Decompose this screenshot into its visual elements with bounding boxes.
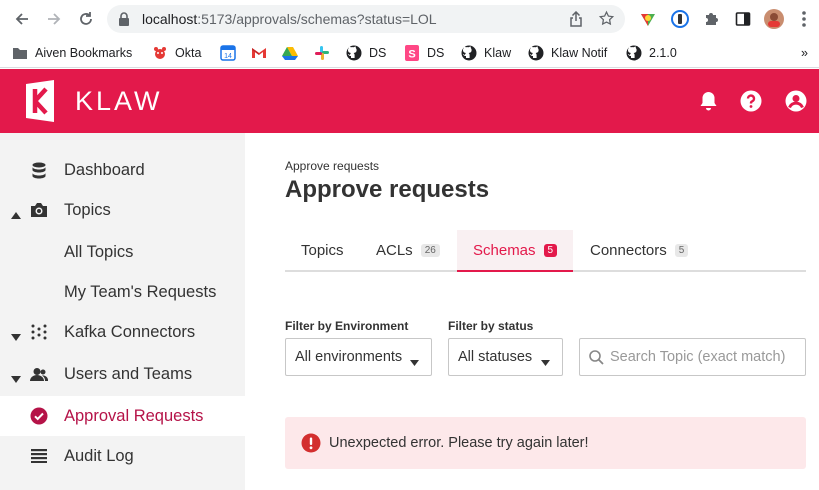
sidepanel-icon[interactable] bbox=[732, 8, 754, 30]
connectors-icon bbox=[30, 323, 48, 341]
count-badge: 5 bbox=[674, 243, 689, 257]
github-icon bbox=[528, 45, 544, 61]
gmail-icon bbox=[251, 45, 267, 61]
topic-search-input[interactable] bbox=[610, 339, 805, 375]
browser-toolbar: localhost:5173/approvals/schemas?status=… bbox=[0, 0, 819, 38]
klaw-logo-icon[interactable] bbox=[24, 80, 60, 127]
error-alert: Unexpected error. Please try again later… bbox=[285, 417, 806, 469]
database-icon bbox=[30, 161, 48, 179]
slack-icon bbox=[314, 45, 330, 61]
bookmark-gmail[interactable] bbox=[251, 42, 274, 64]
check-circle-icon bbox=[30, 407, 48, 425]
caret-up-icon bbox=[11, 205, 21, 224]
environment-select[interactable]: All environments bbox=[285, 338, 432, 376]
bookmark-calendar[interactable]: 14 bbox=[220, 42, 243, 64]
sidebar-item-topics[interactable]: Topics bbox=[0, 190, 245, 230]
tab-connectors[interactable]: Connectors 5 bbox=[574, 230, 704, 270]
bookmark-storybook-ds[interactable]: S DS bbox=[404, 42, 444, 64]
github-icon bbox=[461, 45, 477, 61]
error-icon bbox=[301, 433, 321, 458]
okta-icon bbox=[152, 45, 168, 61]
status-select[interactable]: All statuses bbox=[448, 338, 563, 376]
bookmark-github-klaw-notif[interactable]: Klaw Notif bbox=[528, 42, 607, 64]
tab-topics[interactable]: Topics bbox=[285, 230, 360, 270]
sidebar-item-kafka-connectors[interactable]: Kafka Connectors bbox=[0, 312, 245, 352]
sidebar-item-dashboard[interactable]: Dashboard bbox=[0, 150, 245, 190]
arrow-left-icon bbox=[15, 13, 28, 25]
bookmark-github-ds[interactable]: DS bbox=[346, 42, 386, 64]
bookmarks-bar: Aiven Bookmarks Okta 14 DS S DS Klaw Kla… bbox=[0, 38, 819, 68]
breadcrumb: Approve requests bbox=[285, 159, 380, 173]
logo-text: KLAW bbox=[75, 86, 163, 116]
user-circle-icon bbox=[785, 90, 807, 112]
bookmark-github-release[interactable]: 2.1.0 bbox=[626, 42, 677, 64]
request-tabs: Topics ACLs 26 Schemas 5 Connectors 5 bbox=[285, 230, 806, 272]
help-button[interactable] bbox=[739, 89, 763, 113]
menu-dots-icon[interactable] bbox=[793, 8, 815, 30]
storybook-icon: S bbox=[404, 45, 420, 61]
github-icon bbox=[346, 45, 362, 61]
environment-filter-label: Filter by Environment bbox=[285, 319, 409, 333]
bookmark-github-klaw[interactable]: Klaw bbox=[461, 42, 511, 64]
count-badge: 26 bbox=[420, 243, 440, 257]
url-text: localhost:5173/approvals/schemas?status=… bbox=[142, 11, 437, 27]
list-icon bbox=[30, 447, 48, 465]
bookmark-slack[interactable] bbox=[314, 42, 337, 64]
back-button[interactable] bbox=[7, 4, 37, 34]
reload-icon bbox=[80, 12, 92, 25]
sidebar-item-audit-log[interactable]: Audit Log bbox=[0, 436, 245, 476]
topics-icon bbox=[30, 201, 48, 219]
bookmark-drive[interactable] bbox=[282, 42, 305, 64]
extension-color-icon[interactable] bbox=[637, 8, 659, 30]
forward-button[interactable] bbox=[39, 4, 69, 34]
share-icon[interactable] bbox=[569, 10, 583, 32]
sidebar-item-approval-requests[interactable]: Approval Requests bbox=[0, 396, 245, 436]
sidebar-item-all-topics[interactable]: All Topics bbox=[0, 232, 245, 272]
profile-button[interactable] bbox=[784, 89, 808, 113]
tab-acls[interactable]: ACLs 26 bbox=[360, 230, 456, 270]
calendar-icon: 14 bbox=[220, 45, 236, 61]
extensions-puzzle-icon[interactable] bbox=[700, 8, 722, 30]
address-bar[interactable]: localhost:5173/approvals/schemas?status=… bbox=[107, 5, 625, 33]
status-filter-label: Filter by status bbox=[448, 319, 534, 333]
caret-down-icon bbox=[11, 327, 21, 346]
bookmark-okta[interactable]: Okta bbox=[152, 42, 201, 64]
extension-password-icon[interactable] bbox=[669, 8, 691, 30]
drive-icon bbox=[282, 45, 298, 61]
page-title: Approve requests bbox=[285, 176, 490, 203]
help-circle-icon bbox=[740, 90, 762, 112]
notifications-button[interactable] bbox=[696, 89, 720, 113]
sidebar: Dashboard Topics All Topics My Team's Re… bbox=[0, 133, 245, 490]
error-message: Unexpected error. Please try again later… bbox=[329, 435, 589, 451]
bookmark-star-icon[interactable] bbox=[598, 10, 615, 32]
caret-down-icon bbox=[541, 354, 550, 370]
sidebar-item-my-team-requests[interactable]: My Team's Requests bbox=[0, 272, 245, 312]
caret-down-icon bbox=[410, 354, 419, 370]
topic-search bbox=[579, 338, 806, 376]
app-header: KLAW bbox=[0, 69, 819, 133]
arrow-right-icon bbox=[48, 13, 61, 25]
folder-icon bbox=[12, 45, 28, 61]
caret-down-icon bbox=[11, 369, 21, 388]
bookmark-aiven[interactable]: Aiven Bookmarks bbox=[12, 42, 132, 64]
sidebar-item-users-teams[interactable]: Users and Teams bbox=[0, 354, 245, 394]
svg-text:S: S bbox=[408, 49, 415, 61]
search-icon bbox=[589, 350, 604, 370]
svg-text:14: 14 bbox=[224, 53, 232, 60]
bookmarks-more-button[interactable]: » bbox=[801, 42, 808, 64]
tab-schemas[interactable]: Schemas 5 bbox=[457, 230, 574, 272]
github-icon bbox=[626, 45, 642, 61]
count-badge: 5 bbox=[543, 243, 558, 257]
main-content: Approve requests Approve requests Topics… bbox=[245, 133, 819, 490]
bell-icon bbox=[700, 91, 716, 110]
reload-button[interactable] bbox=[71, 4, 101, 34]
lock-icon bbox=[118, 12, 130, 31]
users-icon bbox=[30, 365, 48, 383]
profile-avatar[interactable] bbox=[763, 8, 785, 30]
